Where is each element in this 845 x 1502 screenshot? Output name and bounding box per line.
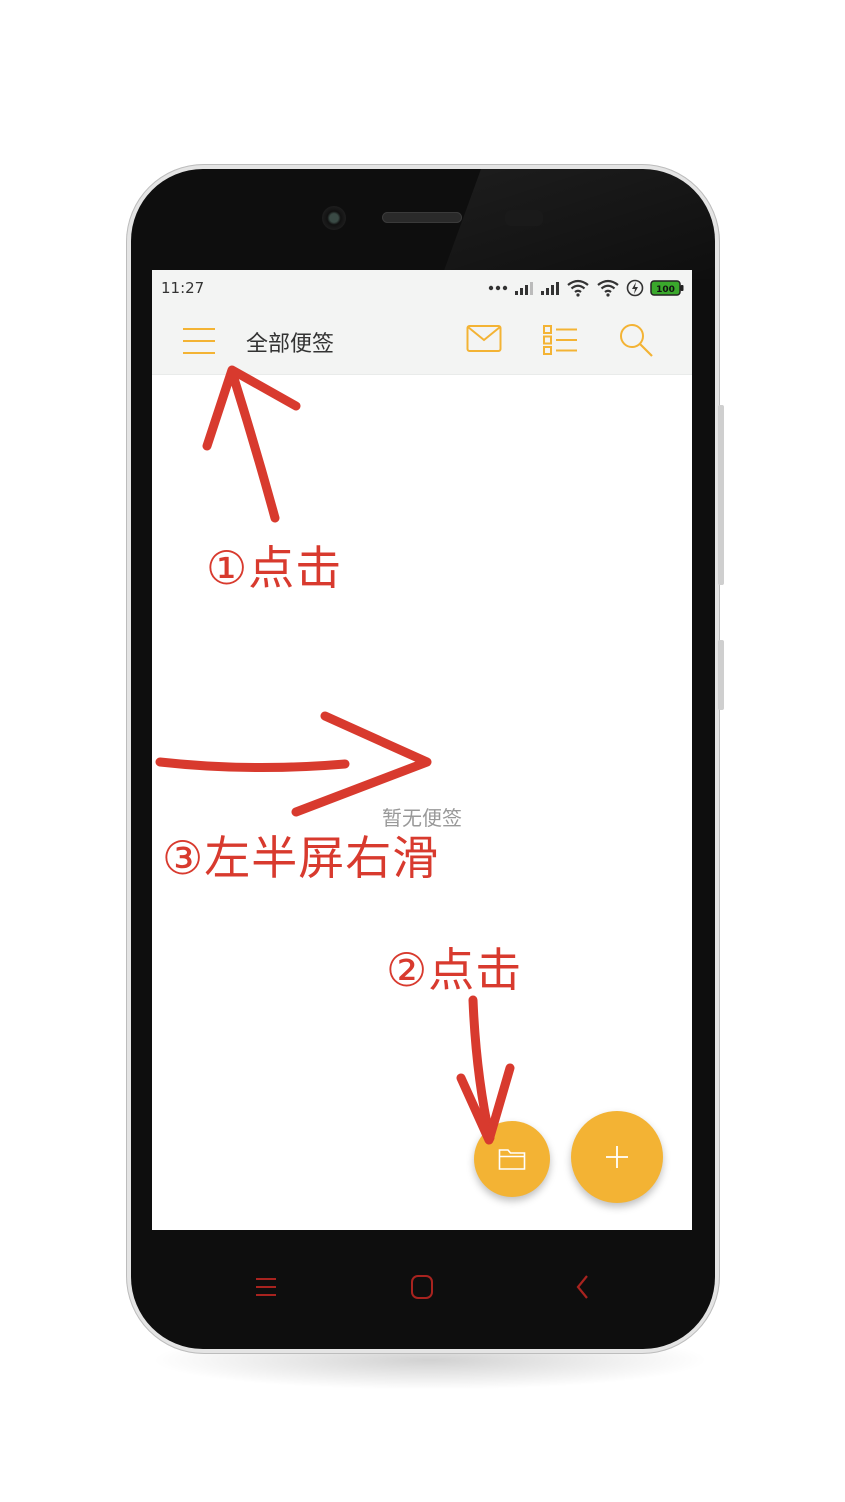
annotation-step-1: ①点击 — [206, 541, 343, 595]
proximity-sensor — [505, 210, 543, 226]
dots-icon — [488, 285, 508, 291]
add-note-button[interactable] — [571, 1111, 663, 1203]
charging-icon — [626, 279, 644, 297]
phone-screen: 11:27 100 全部便签 暂无便签 — [152, 270, 692, 1230]
search-icon[interactable] — [618, 322, 654, 358]
nav-back-icon[interactable] — [574, 1273, 592, 1301]
mail-icon[interactable] — [466, 324, 502, 354]
plus-icon — [606, 1146, 628, 1168]
list-icon[interactable] — [542, 324, 578, 356]
status-time: 11:27 — [161, 279, 205, 297]
new-folder-button[interactable] — [474, 1121, 550, 1197]
battery-level: 100 — [656, 285, 675, 295]
menu-icon[interactable] — [182, 326, 216, 356]
app-bar: 全部便签 — [152, 306, 692, 375]
status-bar: 11:27 100 — [152, 270, 692, 306]
annotation-step-2: ②点击 — [386, 943, 523, 997]
page-title: 全部便签 — [246, 332, 335, 357]
wifi-icon — [567, 279, 589, 297]
wifi-icon — [597, 279, 619, 297]
signal-icon — [515, 282, 533, 295]
power-button — [718, 640, 724, 710]
folder-icon — [498, 1149, 526, 1170]
annotation-step-3: ③左半屏右滑 — [162, 831, 440, 885]
signal-icon — [541, 282, 559, 295]
status-icons: 100 — [488, 278, 684, 298]
battery-icon: 100 — [650, 280, 684, 296]
nav-home-icon[interactable] — [410, 1274, 434, 1300]
front-camera — [322, 206, 346, 230]
earpiece-speaker — [382, 212, 462, 223]
volume-button — [718, 405, 724, 585]
glass-reflection — [440, 169, 715, 279]
nav-menu-icon[interactable] — [254, 1275, 278, 1299]
